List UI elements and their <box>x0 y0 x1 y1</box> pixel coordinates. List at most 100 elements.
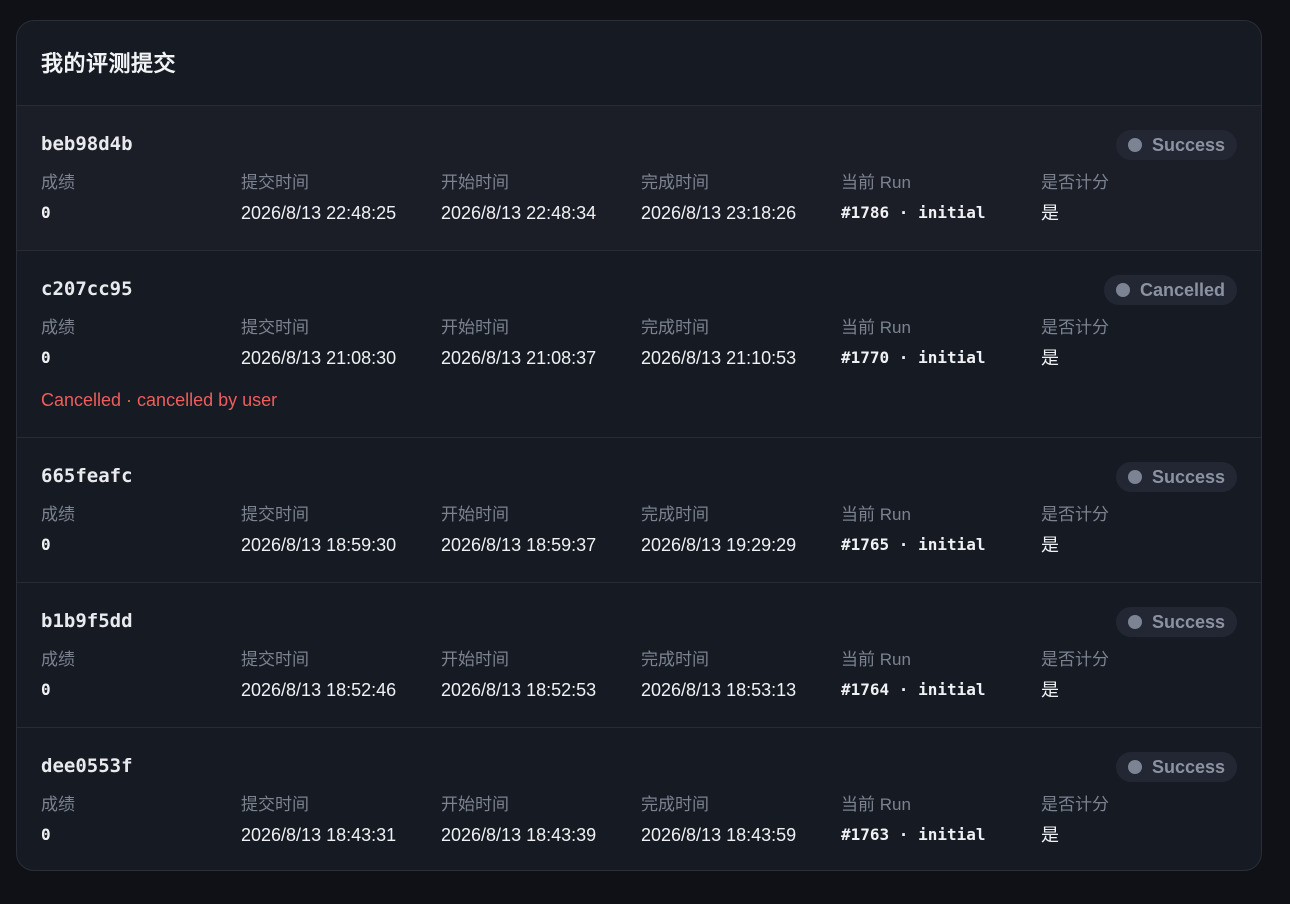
submit-time-label: 提交时间 <box>241 650 309 669</box>
scored-label: 是否计分 <box>1041 318 1109 337</box>
submission-row-665feafc[interactable]: 665feafc Success 成绩 0 提交时间 2026/8/13 18:… <box>17 438 1261 583</box>
start-time-value: 2026/8/13 21:08:37 <box>441 348 597 368</box>
submit-time-label: 提交时间 <box>241 505 309 524</box>
score-value: 0 <box>41 825 51 844</box>
start-time-value: 2026/8/13 18:52:53 <box>441 680 597 700</box>
field-score: 成绩 0 <box>41 504 241 556</box>
field-submit-time: 提交时间 2026/8/13 21:08:30 <box>241 317 441 369</box>
scored-label: 是否计分 <box>1041 795 1109 814</box>
field-scored: 是否计分 是 <box>1041 794 1241 846</box>
current-run-label: 当前 Run <box>841 650 911 669</box>
start-time-label: 开始时间 <box>441 505 509 524</box>
scored-value: 是 <box>1041 825 1059 845</box>
score-label: 成绩 <box>41 318 75 337</box>
submission-id: dee0553f <box>41 755 133 777</box>
field-finish-time: 完成时间 2026/8/13 23:18:26 <box>641 172 841 224</box>
current-run-value: #1786 · initial <box>841 203 986 222</box>
field-finish-time: 完成时间 2026/8/13 18:43:59 <box>641 794 841 846</box>
submit-time-label: 提交时间 <box>241 173 309 192</box>
current-run-value: #1770 · initial <box>841 348 986 367</box>
score-label: 成绩 <box>41 650 75 669</box>
finish-time-label: 完成时间 <box>641 173 709 192</box>
field-scored: 是否计分 是 <box>1041 504 1241 556</box>
submission-fields: 成绩 0 提交时间 2026/8/13 18:52:46 开始时间 2026/8… <box>41 649 1241 709</box>
start-time-value: 2026/8/13 22:48:34 <box>441 203 597 223</box>
status-badge: Success <box>1115 607 1237 637</box>
start-time-label: 开始时间 <box>441 650 509 669</box>
submit-time-value: 2026/8/13 21:08:30 <box>241 348 397 368</box>
card-header: 我的评测提交 <box>17 21 1261 106</box>
field-scored: 是否计分 是 <box>1041 172 1241 224</box>
submission-fields: 成绩 0 提交时间 2026/8/13 18:43:31 开始时间 2026/8… <box>41 794 1241 854</box>
finish-time-value: 2026/8/13 18:53:13 <box>641 680 797 700</box>
submission-row-beb98d4b[interactable]: beb98d4b Success 成绩 0 提交时间 2026/8/13 22:… <box>17 106 1261 251</box>
status-label: Success <box>1151 466 1225 487</box>
submission-row-dee0553f[interactable]: dee0553f Success 成绩 0 提交时间 2026/8/13 18:… <box>17 728 1261 870</box>
submission-id: b1b9f5dd <box>41 610 133 632</box>
scored-label: 是否计分 <box>1041 173 1109 192</box>
submission-fields: 成绩 0 提交时间 2026/8/13 18:59:30 开始时间 2026/8… <box>41 504 1241 564</box>
submissions-card: 我的评测提交 beb98d4b Success 成绩 0 提交时间 2026/8… <box>16 20 1262 871</box>
field-start-time: 开始时间 2026/8/13 22:48:34 <box>441 172 641 224</box>
status-dot-icon <box>1127 760 1142 774</box>
score-label: 成绩 <box>41 173 75 192</box>
field-submit-time: 提交时间 2026/8/13 18:43:31 <box>241 794 441 846</box>
status-badge: Success <box>1115 752 1237 782</box>
start-time-label: 开始时间 <box>441 318 509 337</box>
status-dot-icon <box>1115 283 1130 297</box>
score-label: 成绩 <box>41 795 75 814</box>
error-message: Cancelled · cancelled by user <box>41 390 278 410</box>
finish-time-value: 2026/8/13 23:18:26 <box>641 203 797 223</box>
field-current-run: 当前 Run #1786 · initial <box>841 172 1041 224</box>
field-current-run: 当前 Run #1765 · initial <box>841 504 1041 556</box>
field-score: 成绩 0 <box>41 649 241 701</box>
status-label: Cancelled <box>1139 279 1225 300</box>
current-run-value: #1764 · initial <box>841 680 986 699</box>
submit-time-value: 2026/8/13 22:48:25 <box>241 203 397 223</box>
scored-value: 是 <box>1041 535 1059 555</box>
submission-fields: 成绩 0 提交时间 2026/8/13 22:48:25 开始时间 2026/8… <box>41 172 1241 232</box>
field-current-run: 当前 Run #1764 · initial <box>841 649 1041 701</box>
score-value: 0 <box>41 680 51 699</box>
status-dot-icon <box>1127 138 1142 152</box>
score-value: 0 <box>41 348 51 367</box>
finish-time-value: 2026/8/13 19:29:29 <box>641 535 797 555</box>
finish-time-label: 完成时间 <box>641 505 709 524</box>
submission-row-b1b9f5dd[interactable]: b1b9f5dd Success 成绩 0 提交时间 2026/8/13 18:… <box>17 583 1261 728</box>
submit-time-label: 提交时间 <box>241 795 309 814</box>
page-title: 我的评测提交 <box>41 51 177 76</box>
start-time-label: 开始时间 <box>441 795 509 814</box>
field-finish-time: 完成时间 2026/8/13 18:53:13 <box>641 649 841 701</box>
finish-time-label: 完成时间 <box>641 318 709 337</box>
field-finish-time: 完成时间 2026/8/13 19:29:29 <box>641 504 841 556</box>
field-score: 成绩 0 <box>41 317 241 369</box>
field-submit-time: 提交时间 2026/8/13 18:52:46 <box>241 649 441 701</box>
field-start-time: 开始时间 2026/8/13 18:43:39 <box>441 794 641 846</box>
current-run-label: 当前 Run <box>841 318 911 337</box>
status-label: Success <box>1151 134 1225 155</box>
field-start-time: 开始时间 2026/8/13 18:59:37 <box>441 504 641 556</box>
submit-time-value: 2026/8/13 18:52:46 <box>241 680 397 700</box>
submission-fields: 成绩 0 提交时间 2026/8/13 21:08:30 开始时间 2026/8… <box>41 317 1241 377</box>
current-run-label: 当前 Run <box>841 795 911 814</box>
status-label: Success <box>1151 611 1225 632</box>
start-time-value: 2026/8/13 18:59:37 <box>441 535 597 555</box>
submission-id: c207cc95 <box>41 278 133 300</box>
field-submit-time: 提交时间 2026/8/13 22:48:25 <box>241 172 441 224</box>
score-value: 0 <box>41 203 51 222</box>
submit-time-value: 2026/8/13 18:59:30 <box>241 535 397 555</box>
submission-id: beb98d4b <box>41 133 133 155</box>
field-current-run: 当前 Run #1763 · initial <box>841 794 1041 846</box>
status-badge: Success <box>1115 462 1237 492</box>
submit-time-value: 2026/8/13 18:43:31 <box>241 825 397 845</box>
score-label: 成绩 <box>41 505 75 524</box>
current-run-value: #1763 · initial <box>841 825 986 844</box>
field-start-time: 开始时间 2026/8/13 21:08:37 <box>441 317 641 369</box>
submit-time-label: 提交时间 <box>241 318 309 337</box>
field-finish-time: 完成时间 2026/8/13 21:10:53 <box>641 317 841 369</box>
finish-time-value: 2026/8/13 18:43:59 <box>641 825 797 845</box>
status-dot-icon <box>1127 470 1142 484</box>
submission-row-c207cc95[interactable]: c207cc95 Cancelled 成绩 0 提交时间 2026/8/13 2… <box>17 251 1261 438</box>
status-label: Success <box>1151 756 1225 777</box>
finish-time-value: 2026/8/13 21:10:53 <box>641 348 797 368</box>
